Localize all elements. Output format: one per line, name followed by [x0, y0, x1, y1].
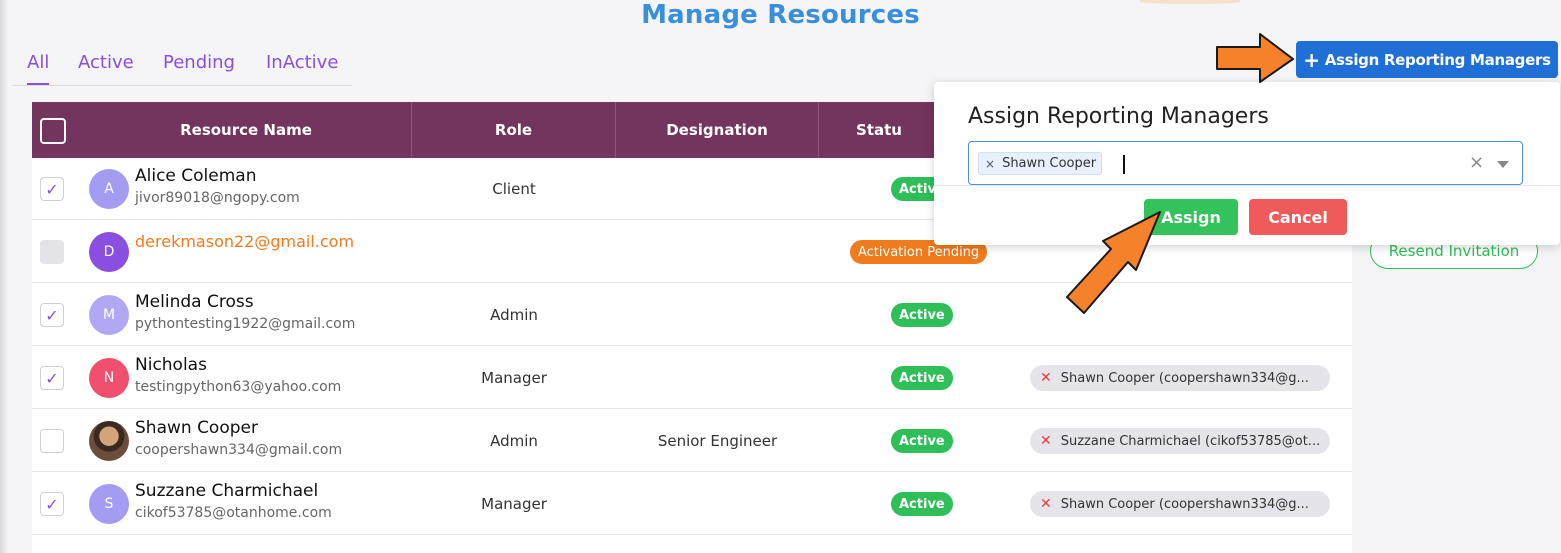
- arrow-pointer-icon: [1216, 33, 1294, 83]
- annotation-arrows: [1066, 33, 1294, 314]
- arrow-pointer-icon: [1066, 211, 1161, 314]
